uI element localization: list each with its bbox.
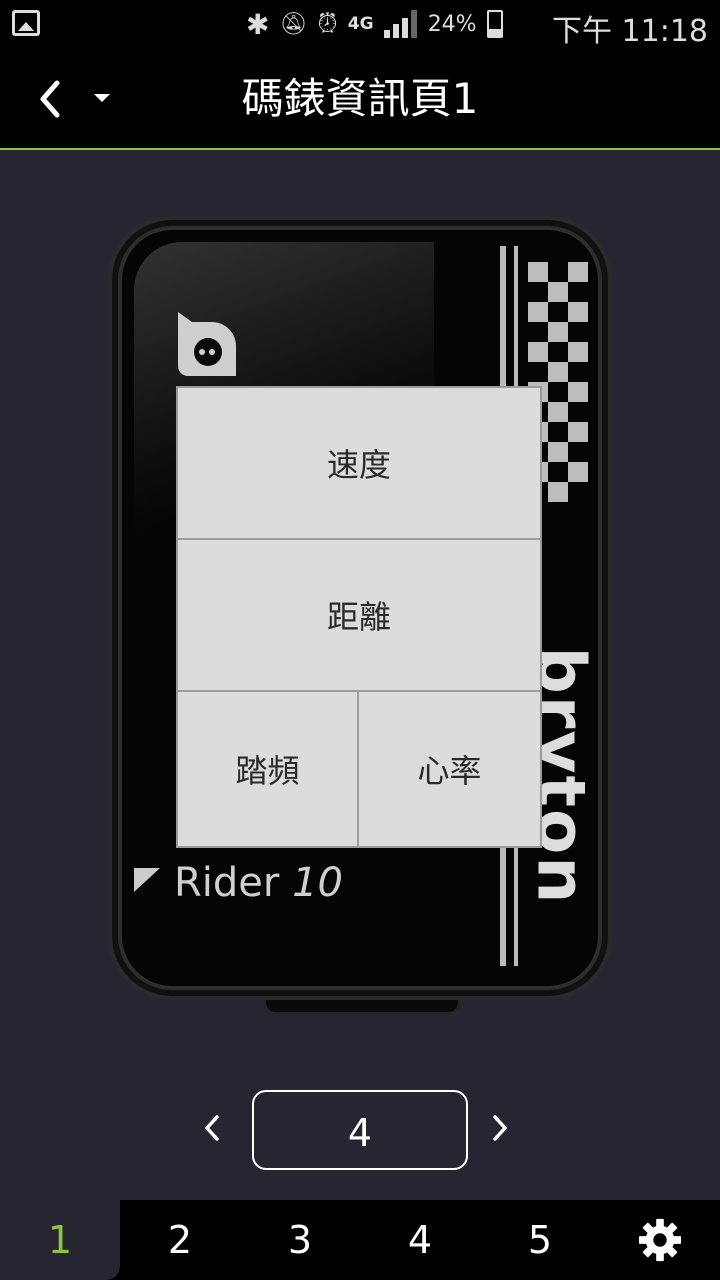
tab-page-5[interactable]: 5 (480, 1200, 600, 1280)
tab-page-4[interactable]: 4 (360, 1200, 480, 1280)
network-type-label: 4G (347, 14, 374, 34)
status-icons: ✱ 🔕︎ ⏰︎ 4G 24% (246, 6, 503, 42)
vibrate-mute-icon: 🔕︎ (279, 11, 308, 37)
settings-button[interactable] (600, 1200, 720, 1280)
status-bar: ✱ 🔕︎ ⏰︎ 4G 24% 下午 11:18 (0, 0, 720, 49)
chevron-left-icon (205, 1115, 219, 1141)
dropdown-caret-icon[interactable] (92, 92, 112, 106)
model-triangle (134, 868, 160, 892)
model-name: Rider (174, 860, 280, 906)
chevron-left-icon (40, 80, 60, 118)
model-number: 10 (292, 860, 343, 906)
layout-next-button[interactable] (482, 1108, 518, 1148)
app-bar: 碼錶資訊頁1 (0, 48, 720, 150)
device-screen: 速度 距離 踏頻 心率 (176, 386, 542, 848)
back-button[interactable] (30, 76, 70, 122)
gallery-icon (12, 10, 40, 36)
bluetooth-icon: ✱ (246, 7, 270, 41)
field-distance[interactable]: 距離 (178, 540, 540, 692)
alarm-icon: ⏰︎ (317, 8, 338, 39)
clock: 下午 11:18 (552, 14, 708, 49)
model-label: Rider 10 (174, 860, 343, 906)
field-speed[interactable]: 速度 (178, 388, 540, 540)
tab-page-1[interactable]: 1 (0, 1200, 120, 1280)
battery-percent: 24% (427, 11, 477, 37)
signal-icon (383, 10, 418, 38)
battery-icon (486, 10, 503, 38)
page-title: 碼錶資訊頁1 (241, 74, 479, 123)
field-cadence[interactable]: 踏頻 (178, 692, 359, 846)
page-tab-bar: 1 2 3 4 5 (0, 1200, 720, 1280)
tab-page-2[interactable]: 2 (120, 1200, 240, 1280)
bryton-logo-icon (178, 312, 236, 376)
tab-page-3[interactable]: 3 (240, 1200, 360, 1280)
gear-icon (638, 1218, 682, 1262)
layout-prev-button[interactable] (194, 1108, 230, 1148)
chevron-right-icon (493, 1115, 507, 1141)
layout-count-field[interactable]: 4 (252, 1090, 468, 1170)
field-heart-rate[interactable]: 心率 (359, 692, 540, 846)
